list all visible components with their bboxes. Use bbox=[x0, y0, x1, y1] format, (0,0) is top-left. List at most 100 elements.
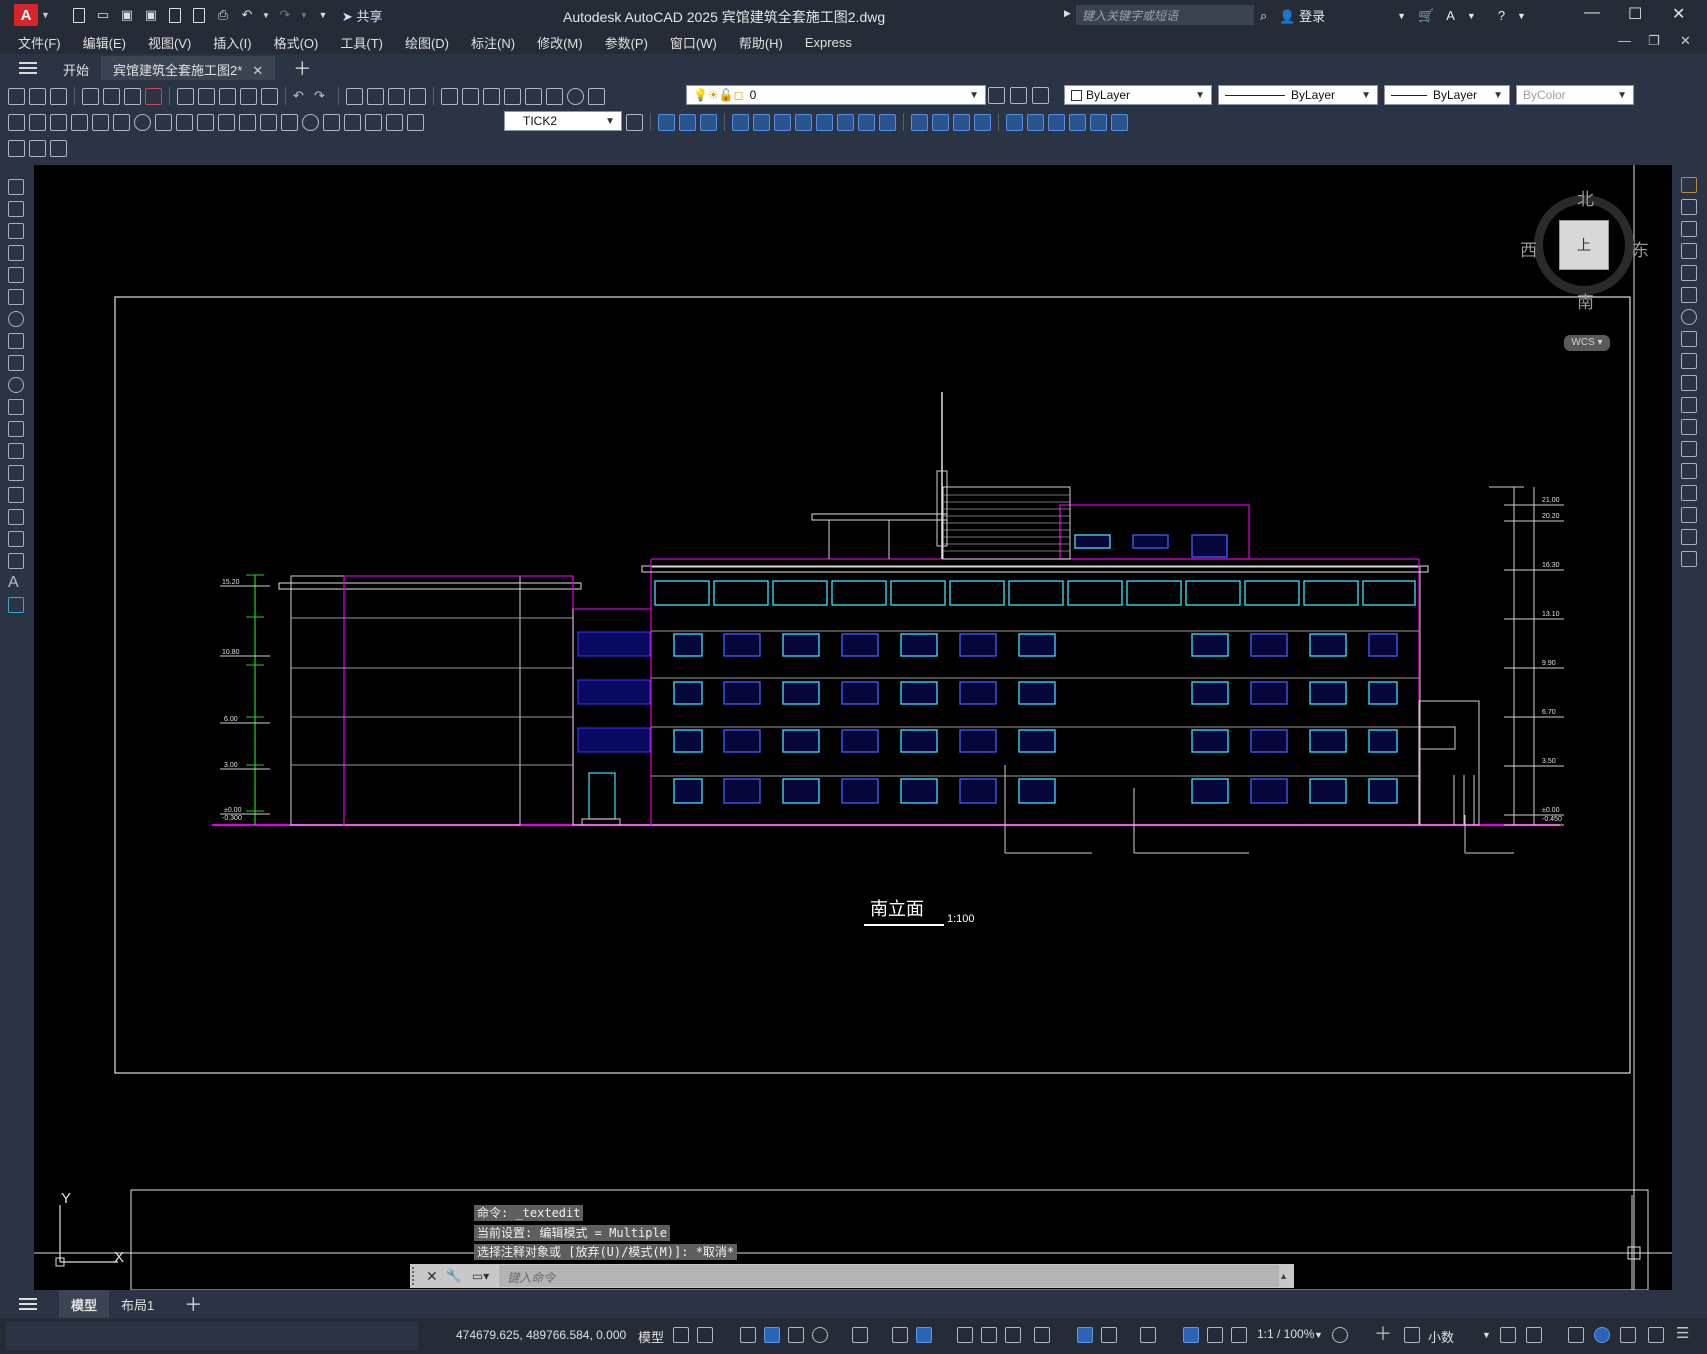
infer-constraints-icon[interactable] bbox=[740, 1327, 756, 1343]
imprint-icon[interactable] bbox=[953, 113, 970, 131]
scale-dropdown-icon[interactable]: ▼ bbox=[1314, 1330, 1323, 1340]
paste-icon[interactable] bbox=[219, 87, 236, 105]
signin-dropdown-icon[interactable]: ▼ bbox=[1397, 11, 1406, 21]
dim-update-icon[interactable] bbox=[407, 113, 424, 131]
construction-line-icon[interactable] bbox=[8, 201, 24, 217]
revision-cloud-icon[interactable] bbox=[8, 333, 24, 349]
diameter-dim-icon[interactable] bbox=[134, 113, 151, 131]
object-snap-tracking-icon[interactable] bbox=[892, 1327, 908, 1343]
cart-icon[interactable]: 🛒 bbox=[1418, 8, 1434, 24]
continue-dim-icon[interactable] bbox=[218, 113, 235, 131]
insert-block-icon[interactable] bbox=[8, 421, 24, 437]
customize-qat-icon[interactable]: ▼ bbox=[314, 6, 332, 24]
redo-dropdown-icon[interactable]: ▼ bbox=[300, 6, 308, 24]
tab-start[interactable]: 开始 bbox=[51, 56, 101, 80]
command-history-toggle-icon[interactable]: ▲ bbox=[1279, 1271, 1288, 1281]
angular-dim-icon[interactable] bbox=[155, 113, 172, 131]
gizmo-icon[interactable] bbox=[1140, 1327, 1156, 1343]
scale-icon[interactable] bbox=[1681, 331, 1697, 347]
search-icon[interactable]: ⌕ bbox=[1260, 8, 1267, 24]
tab-layout1[interactable]: 布局1 bbox=[109, 1290, 166, 1319]
compass-west[interactable]: 西 bbox=[1520, 236, 1537, 261]
new-tab-icon[interactable]: ＋ bbox=[293, 55, 311, 81]
offset-icon[interactable] bbox=[1681, 243, 1697, 259]
isolate-objects-icon[interactable] bbox=[1568, 1327, 1584, 1343]
close-tab-icon[interactable]: ✕ bbox=[252, 63, 263, 78]
menu-express[interactable]: Express bbox=[805, 35, 852, 50]
properties-icon[interactable] bbox=[441, 87, 458, 105]
command-input[interactable]: 键入命令 bbox=[499, 1265, 1280, 1287]
ellipse-arc-icon[interactable] bbox=[8, 399, 24, 415]
rotate-faces-icon[interactable] bbox=[816, 113, 833, 131]
dim-edit-icon[interactable] bbox=[365, 113, 382, 131]
ellipse-icon[interactable] bbox=[8, 377, 24, 393]
help-toolbar-icon[interactable] bbox=[567, 87, 584, 105]
minimize-window-icon[interactable]: — bbox=[1584, 4, 1600, 22]
new-icon[interactable] bbox=[8, 87, 25, 105]
lineweight-icon[interactable] bbox=[957, 1327, 973, 1343]
array-icon[interactable] bbox=[1681, 265, 1697, 281]
annotation-scale-icon[interactable] bbox=[1231, 1327, 1247, 1343]
model-space-toggle[interactable]: 模型 bbox=[638, 1327, 664, 1346]
doc-minimize-icon[interactable]: — bbox=[1618, 33, 1631, 48]
zoom-previous-icon[interactable] bbox=[409, 87, 426, 105]
stretch-icon[interactable] bbox=[1681, 353, 1697, 369]
close-command-line-icon[interactable]: ✕ bbox=[426, 1268, 438, 1285]
add-selected-icon[interactable] bbox=[8, 597, 24, 613]
tab-model[interactable]: 模型 bbox=[59, 1289, 110, 1319]
arc-icon[interactable] bbox=[8, 289, 24, 305]
make-block-icon[interactable] bbox=[8, 443, 24, 459]
fillet-icon[interactable] bbox=[1681, 507, 1697, 523]
layer-dropdown[interactable]: 💡☀🔓◻ 0 ▼ bbox=[686, 85, 986, 105]
units-dropdown-icon[interactable]: ▼ bbox=[1482, 1330, 1491, 1340]
layer-match-icon[interactable] bbox=[1032, 87, 1049, 104]
new-file-icon[interactable] bbox=[70, 6, 88, 24]
customize-command-line-icon[interactable]: 🔧 bbox=[446, 1268, 462, 1284]
clean-icon[interactable] bbox=[974, 113, 991, 131]
region-icon[interactable] bbox=[8, 531, 24, 547]
center-mark-icon[interactable] bbox=[302, 113, 319, 131]
auto-scale-icon[interactable] bbox=[1207, 1327, 1223, 1343]
dynamic-ucs-icon[interactable] bbox=[1077, 1327, 1093, 1343]
wcs-menu-button[interactable]: WCS ▾ bbox=[1564, 335, 1610, 351]
undo-icon[interactable]: ↶ bbox=[238, 6, 256, 24]
account-dropdown-icon[interactable]: ▼ bbox=[1467, 11, 1476, 21]
section-icon[interactable] bbox=[1090, 113, 1107, 131]
menu-edit[interactable]: 编辑(E) bbox=[83, 33, 126, 52]
mirror-icon[interactable] bbox=[1681, 221, 1697, 237]
edit-attribute-icon[interactable] bbox=[8, 139, 25, 157]
layer-properties-icon[interactable] bbox=[588, 87, 605, 105]
multiline-text-icon[interactable]: A bbox=[8, 575, 24, 591]
workspace-switch-icon[interactable] bbox=[1332, 1327, 1348, 1343]
layout-tabs-menu-icon[interactable] bbox=[19, 1295, 37, 1313]
open-icon[interactable] bbox=[29, 87, 46, 105]
extend-icon[interactable] bbox=[1681, 397, 1697, 413]
plot-icon[interactable]: ⎙ bbox=[214, 6, 232, 24]
quick-dim-icon[interactable] bbox=[176, 113, 193, 131]
hatch-icon[interactable] bbox=[8, 487, 24, 503]
app-menu-chevron-icon[interactable]: ▼ bbox=[41, 10, 50, 20]
command-line-grip[interactable] bbox=[412, 1267, 420, 1285]
gradient-icon[interactable] bbox=[8, 509, 24, 525]
check-icon[interactable] bbox=[1048, 113, 1065, 131]
offset-faces-icon[interactable] bbox=[774, 113, 791, 131]
color-dropdown[interactable]: ByLayer ▼ bbox=[1064, 85, 1212, 105]
menu-insert[interactable]: 插入(I) bbox=[213, 33, 251, 52]
application-menu-button[interactable]: A bbox=[14, 4, 38, 26]
linetype-dropdown[interactable]: ByLayer ▼ bbox=[1218, 85, 1378, 105]
zoom-realtime-icon[interactable] bbox=[367, 87, 384, 105]
isometric-drafting-icon[interactable] bbox=[852, 1327, 868, 1343]
selection-cycling-icon[interactable] bbox=[1005, 1327, 1021, 1343]
dimstyle-dropdown[interactable]: TICK2 ▼ bbox=[504, 111, 622, 131]
object-snap-icon[interactable] bbox=[916, 1327, 932, 1343]
polyline-icon[interactable] bbox=[8, 223, 24, 239]
3d-object-snap-icon[interactable] bbox=[1034, 1327, 1050, 1343]
match-properties-icon[interactable] bbox=[240, 87, 257, 105]
jogged-dim-icon[interactable] bbox=[113, 113, 130, 131]
annotation-visibility-icon[interactable] bbox=[1183, 1327, 1199, 1343]
tool-palettes-icon[interactable] bbox=[483, 87, 500, 105]
shell-icon[interactable] bbox=[1027, 113, 1044, 131]
file-tabs-menu-icon[interactable] bbox=[19, 59, 37, 77]
calculator-icon[interactable] bbox=[546, 87, 563, 105]
transparency-icon[interactable] bbox=[981, 1327, 997, 1343]
